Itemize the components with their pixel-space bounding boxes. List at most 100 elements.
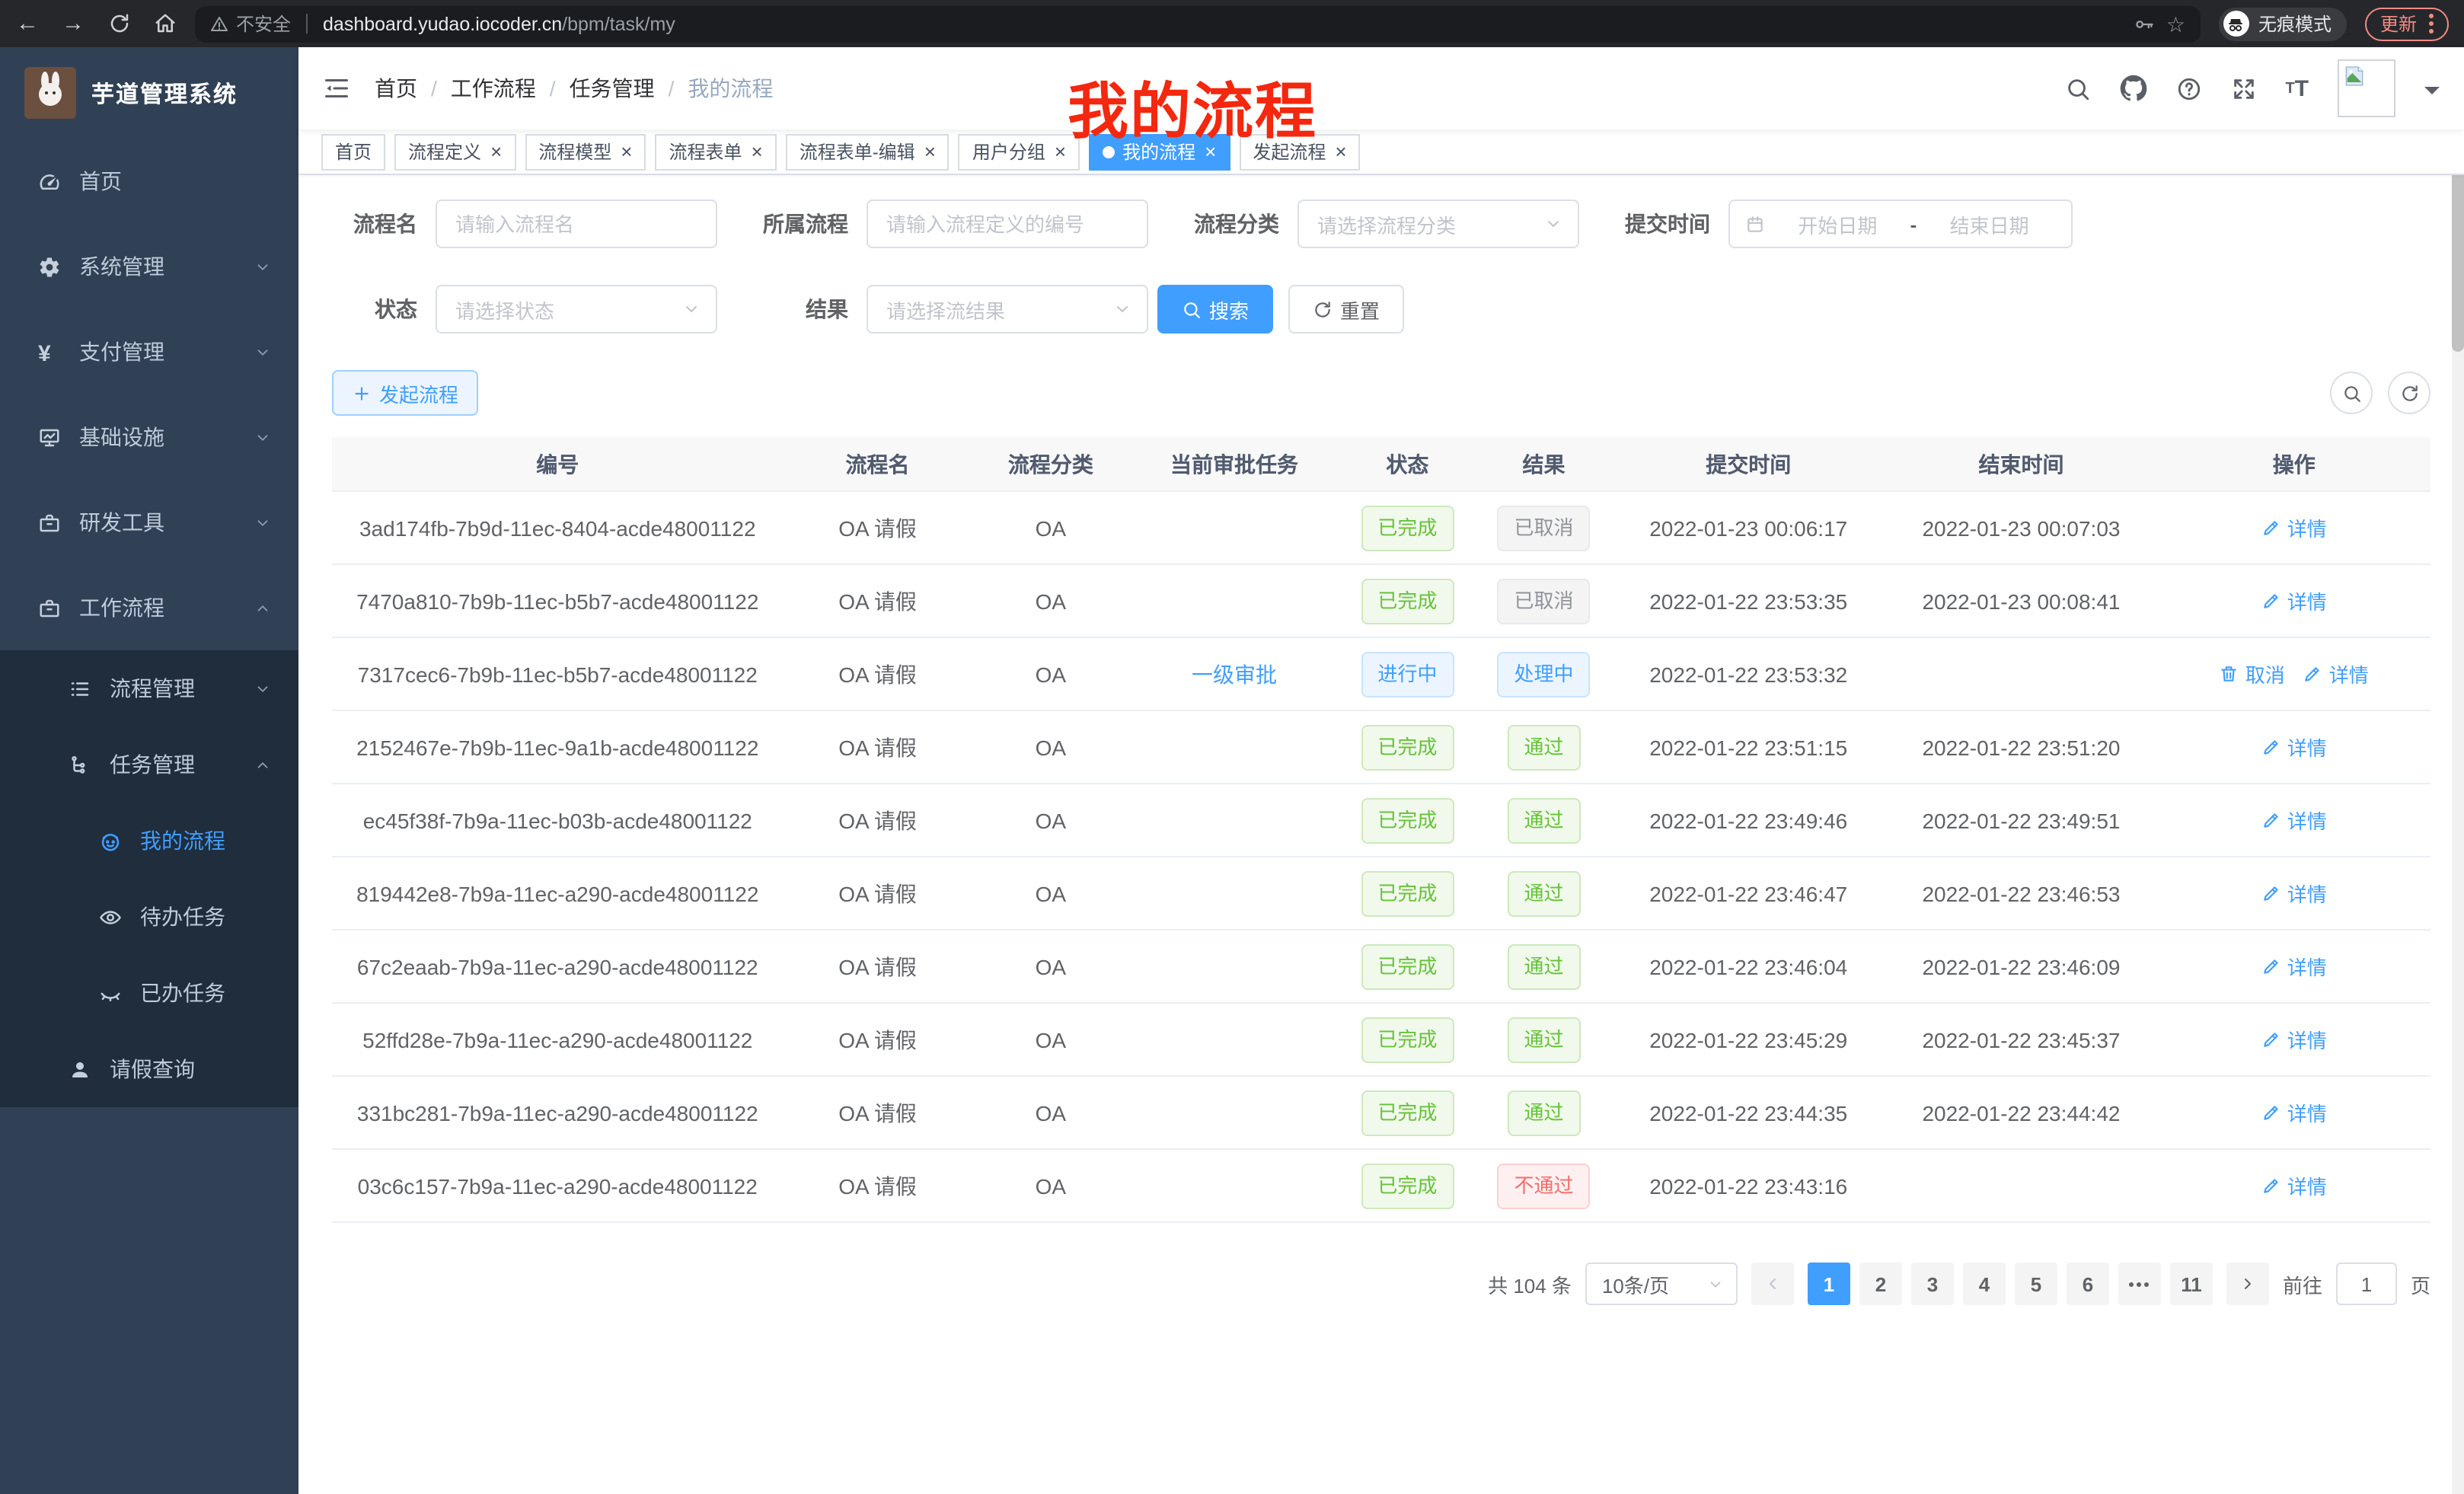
detail-link[interactable]: 详情	[2261, 1098, 2327, 1127]
breadcrumb-task-management[interactable]: 任务管理	[570, 73, 655, 104]
cell-process-name: OA 请假	[784, 638, 972, 710]
page-button-6[interactable]: 6	[2067, 1263, 2109, 1305]
close-icon[interactable]	[621, 142, 632, 161]
cell-current-task	[1129, 1150, 1339, 1221]
page-button-5[interactable]: 5	[2015, 1263, 2057, 1305]
fullscreen-icon[interactable]	[2230, 75, 2256, 101]
avatar[interactable]	[2338, 59, 2395, 117]
sidebar-item-todo-tasks[interactable]: 待办任务	[0, 879, 298, 955]
tab-process-definition[interactable]: 流程定义	[394, 133, 515, 170]
cell-current-task	[1129, 784, 1339, 856]
search-icon	[2341, 383, 2361, 403]
goto-unit: 页	[2411, 1269, 2430, 1298]
search-icon[interactable]	[2064, 75, 2090, 101]
cell-actions: 取消详情	[2158, 638, 2430, 710]
close-icon[interactable]	[752, 142, 763, 161]
process-category-select[interactable]: 请选择流程分类	[1297, 200, 1579, 248]
user-menu-caret-icon[interactable]	[2424, 87, 2440, 102]
result-badge: 处理中	[1498, 651, 1591, 697]
detail-link[interactable]: 详情	[2261, 1171, 2327, 1200]
detail-link[interactable]: 详情	[2303, 659, 2369, 688]
status-badge: 已完成	[1361, 870, 1454, 916]
cell-end-time: 2022-01-22 23:44:42	[1885, 1077, 2157, 1148]
sidebar-item-done-tasks[interactable]: 已办任务	[0, 955, 298, 1031]
page-size-select[interactable]: 10条/页	[1585, 1263, 1738, 1305]
home-icon[interactable]	[152, 11, 177, 36]
sidebar-item-devtools[interactable]: 研发工具	[0, 480, 298, 565]
result-select[interactable]: 请选择流结果	[867, 285, 1148, 334]
detail-link[interactable]: 详情	[2261, 586, 2327, 615]
process-definition-input[interactable]	[867, 200, 1148, 248]
address-bar[interactable]: 不安全 dashboard.yudao.iocoder.cn/bpm/task/…	[195, 5, 2201, 42]
toggle-search-button[interactable]	[2330, 372, 2373, 414]
detail-link[interactable]: 详情	[2261, 513, 2327, 542]
status-select[interactable]: 请选择状态	[436, 285, 717, 334]
sidebar-toggle-icon[interactable]	[323, 75, 350, 102]
submit-time-range-picker[interactable]: 开始日期 - 结束日期	[1728, 200, 2073, 248]
sidebar-item-leave-query[interactable]: 请假查询	[0, 1031, 298, 1107]
tab-process-model[interactable]: 流程模型	[525, 133, 646, 170]
sidebar-item-infrastructure[interactable]: 基础设施	[0, 394, 298, 480]
detail-link[interactable]: 详情	[2261, 952, 2327, 981]
reload-icon[interactable]	[107, 11, 131, 36]
breadcrumb-workflow[interactable]: 工作流程	[451, 73, 536, 104]
url-text: dashboard.yudao.iocoder.cn/bpm/task/my	[323, 13, 675, 34]
page-button-11[interactable]: 11	[2170, 1263, 2213, 1305]
goto-page-input[interactable]	[2336, 1263, 2397, 1305]
page-button-1[interactable]: 1	[1808, 1263, 1850, 1305]
cancel-link[interactable]: 取消	[2220, 659, 2285, 688]
breadcrumb-home[interactable]: 首页	[375, 73, 417, 104]
cell-submit-time: 2022-01-23 00:06:17	[1612, 492, 1885, 563]
table-row: 52ffd28e-7b9a-11ec-a290-acde48001122 OA …	[332, 1004, 2430, 1077]
key-icon[interactable]	[2134, 13, 2156, 34]
sidebar-item-workflow[interactable]: 工作流程	[0, 565, 298, 650]
start-process-button[interactable]: 发起流程	[332, 370, 478, 416]
detail-link[interactable]: 详情	[2261, 733, 2327, 761]
sidebar-item-home[interactable]: 首页	[0, 139, 298, 224]
help-icon[interactable]	[2175, 75, 2201, 101]
refresh-table-button[interactable]	[2388, 372, 2430, 414]
tab-process-form[interactable]: 流程表单	[655, 133, 776, 170]
cell-submit-time: 2022-01-22 23:43:16	[1612, 1150, 1885, 1221]
back-icon[interactable]: ←	[15, 11, 40, 36]
sidebar-item-my-process[interactable]: 我的流程	[0, 803, 298, 879]
more-pages-button[interactable]	[2118, 1263, 2161, 1305]
tab-home[interactable]: 首页	[321, 133, 385, 170]
sidebar-item-label: 待办任务	[140, 902, 225, 932]
sidebar-item-payment[interactable]: ¥ 支付管理	[0, 309, 298, 394]
forward-icon[interactable]: →	[61, 11, 85, 36]
detail-link[interactable]: 详情	[2261, 806, 2327, 835]
page-button-3[interactable]: 3	[1911, 1263, 1954, 1305]
detail-link[interactable]: 详情	[2261, 879, 2327, 908]
sidebar-item-system[interactable]: 系统管理	[0, 224, 298, 309]
page-button-4[interactable]: 4	[1963, 1263, 2006, 1305]
process-name-input[interactable]	[436, 200, 717, 248]
font-size-icon[interactable]: TT	[2285, 75, 2309, 101]
close-icon[interactable]	[1335, 142, 1346, 161]
search-button[interactable]: 搜索	[1157, 285, 1273, 334]
close-icon[interactable]	[924, 142, 936, 161]
table-row: 2152467e-7b9b-11ec-9a1b-acde48001122 OA …	[332, 711, 2430, 784]
close-icon[interactable]	[1055, 142, 1066, 161]
tab-user-group[interactable]: 用户分组	[959, 133, 1080, 170]
bookmark-star-icon[interactable]: ☆	[2166, 13, 2185, 34]
reset-button[interactable]: 重置	[1288, 285, 1404, 334]
page-button-2[interactable]: 2	[1859, 1263, 1902, 1305]
cell-result: 已取消	[1476, 565, 1612, 637]
github-icon[interactable]	[2119, 75, 2146, 102]
sidebar-item-process-management[interactable]: 流程管理	[0, 650, 298, 726]
tags-bar: 首页 流程定义 流程模型 流程表单 流程表单-编辑 用户分组 我的流程 发起流程	[298, 129, 2464, 175]
cell-id: 67c2eaab-7b9a-11ec-a290-acde48001122	[332, 931, 784, 1002]
status-badge: 已完成	[1361, 943, 1454, 989]
prev-page-button[interactable]	[1751, 1263, 1794, 1305]
close-icon[interactable]	[490, 142, 502, 161]
update-button[interactable]: 更新	[2365, 7, 2449, 40]
sidebar-item-task-management[interactable]: 任务管理	[0, 726, 298, 803]
browser-menu-icon[interactable]	[2429, 21, 2434, 26]
current-task-link[interactable]: 一级审批	[1192, 659, 1277, 689]
page-scrollbar[interactable]	[2452, 47, 2464, 1494]
tab-process-form-edit[interactable]: 流程表单-编辑	[786, 133, 950, 170]
next-page-button[interactable]	[2226, 1263, 2269, 1305]
app-title: 芋道管理系统	[91, 77, 238, 109]
detail-link[interactable]: 详情	[2261, 1025, 2327, 1054]
